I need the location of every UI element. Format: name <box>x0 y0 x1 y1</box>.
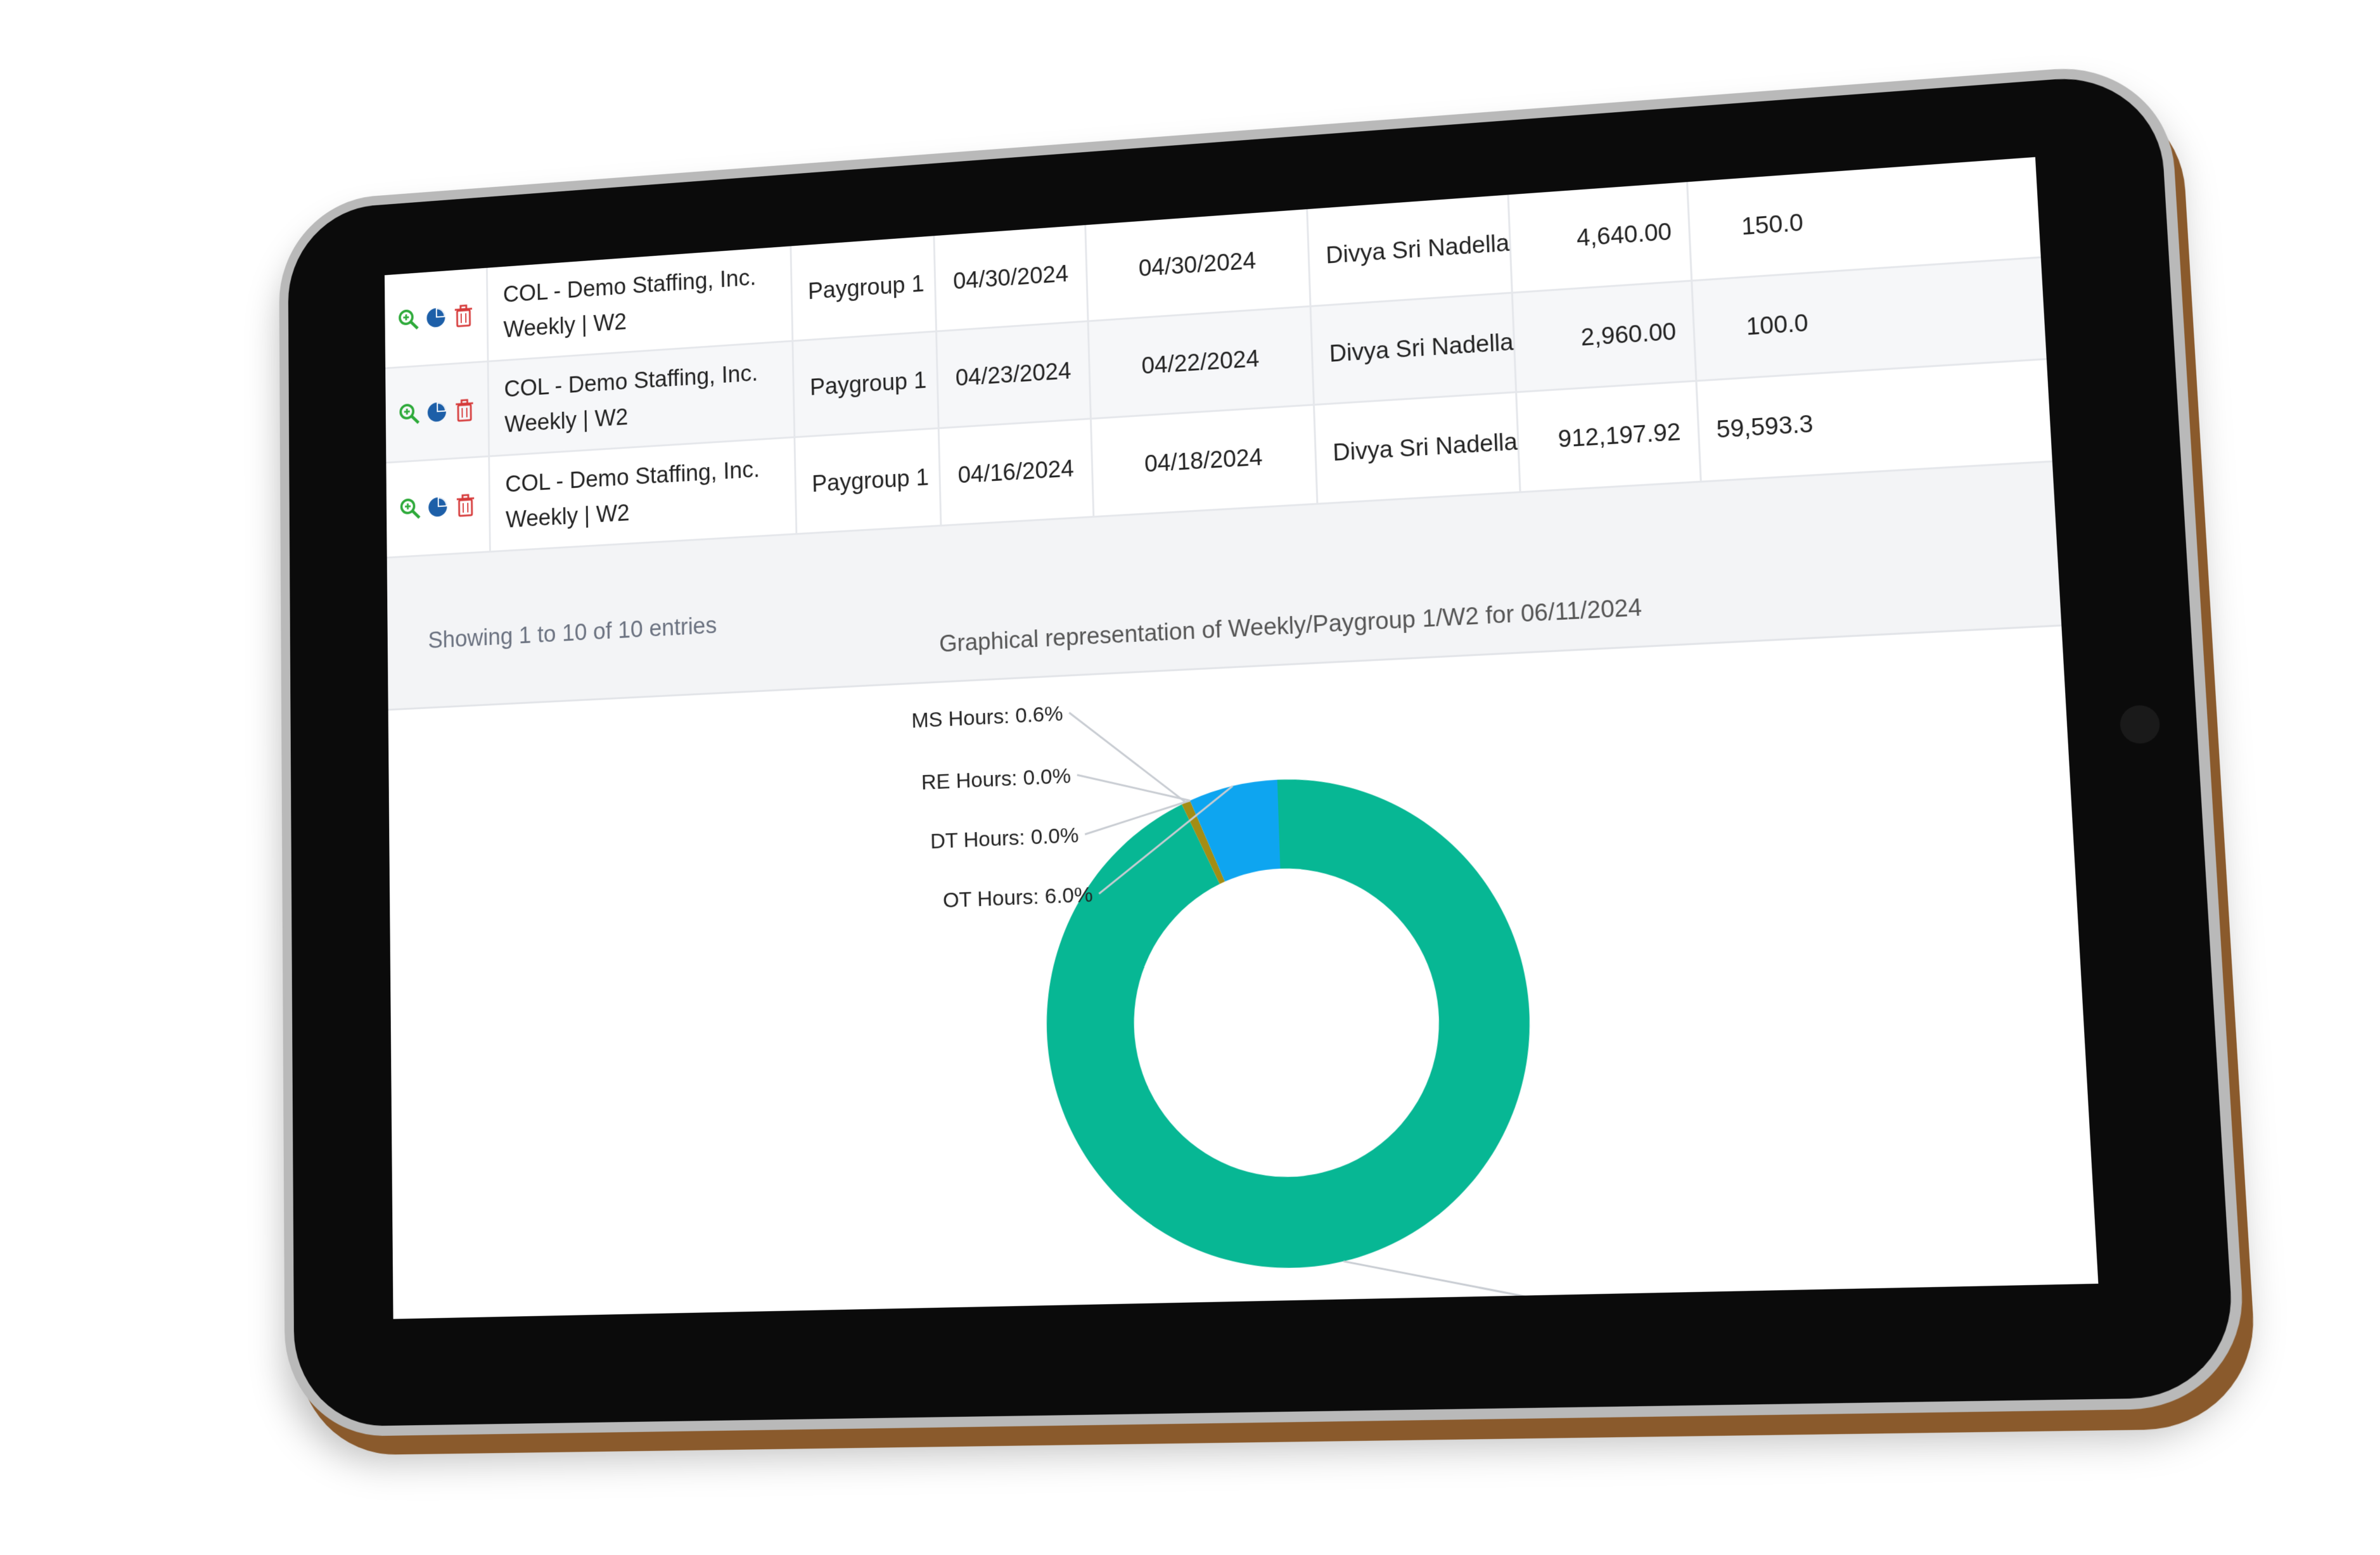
company-cell: COL - Demo Staffing, Inc. Weekly | W2 <box>490 438 798 551</box>
check-date-cell: 04/30/2024 <box>935 225 1089 331</box>
donut-chart-area: MS Hours: 0.6% RE Hours: 0.0% DT Hours: 0.… <box>388 627 2099 1319</box>
tablet-screen: COL - Demo Staffing, Inc. Weekly | W2 Pa… <box>384 157 2099 1319</box>
paygroup-cell: Paygroup 1 <box>791 236 937 340</box>
slice-label: DT Hours: 0.0% <box>930 822 1079 853</box>
hours-cell: 100.0 <box>1745 309 1809 341</box>
period-date-cell: 04/18/2024 <box>1091 406 1319 516</box>
check-date-cell: 04/23/2024 <box>937 322 1092 428</box>
magnify-plus-icon[interactable] <box>397 307 419 332</box>
slice-label: MS Hours: 0.6% <box>911 701 1063 732</box>
camera-icon <box>2119 704 2161 745</box>
paygroup-cell: Paygroup 1 <box>793 332 940 437</box>
donut-chart: MS Hours: 0.6% RE Hours: 0.0% DT Hours: 0.… <box>911 701 1787 1319</box>
amount-cell: 2,960.00 <box>1513 281 1698 392</box>
amount-cell: 912,197.92 <box>1517 381 1702 492</box>
user-name-cell: Divya Sri Nadella <box>1308 195 1513 305</box>
company-frequency: Weekly | W2 <box>505 500 630 534</box>
slice-label: RT Hours: 93.4% <box>1613 1296 1787 1319</box>
company-name: COL - Demo Staffing, Inc. <box>502 265 757 308</box>
row-actions <box>385 362 490 462</box>
user-name-cell: Divya Sri Nadella <box>1311 293 1518 404</box>
trash-icon[interactable] <box>454 493 477 518</box>
company-name: COL - Demo Staffing, Inc. <box>504 361 758 403</box>
company-frequency: Weekly | W2 <box>504 404 629 438</box>
pie-chart-icon[interactable] <box>424 305 447 330</box>
pie-chart-icon[interactable] <box>426 494 449 520</box>
paygroup-cell: Paygroup 1 <box>795 429 942 534</box>
company-name: COL - Demo Staffing, Inc. <box>505 456 760 498</box>
trash-icon[interactable] <box>452 398 476 423</box>
amount-cell: 4,640.00 <box>1509 182 1693 292</box>
row-actions <box>384 267 489 368</box>
slice-label: OT Hours: 6.0% <box>943 882 1094 912</box>
row-actions <box>386 457 491 557</box>
stage: COL - Demo Staffing, Inc. Weekly | W2 Pa… <box>0 0 2380 1555</box>
check-date-cell: 04/16/2024 <box>939 419 1095 525</box>
leader-line <box>1077 770 1190 805</box>
user-name-cell: Divya Sri Nadella <box>1315 393 1521 503</box>
tablet-device: COL - Demo Staffing, Inc. Weekly | W2 Pa… <box>278 60 2249 1438</box>
magnify-plus-icon[interactable] <box>398 496 421 522</box>
trash-icon[interactable] <box>452 303 475 328</box>
company-cell: COL - Demo Staffing, Inc. Weekly | W2 <box>487 246 794 361</box>
leader-line <box>1343 1255 1607 1317</box>
period-date-cell: 04/22/2024 <box>1089 307 1315 418</box>
pie-chart-icon[interactable] <box>425 399 449 425</box>
magnify-plus-icon[interactable] <box>397 401 421 426</box>
hours-cell: 150.0 <box>1741 209 1804 240</box>
hours-cell: 59,593.3 <box>1715 411 1814 444</box>
company-cell: COL - Demo Staffing, Inc. Weekly | W2 <box>489 342 796 456</box>
slice-label: RE Hours: 0.0% <box>921 763 1072 794</box>
leader-line <box>1069 707 1186 807</box>
period-date-cell: 04/30/2024 <box>1086 209 1312 321</box>
donut-slice[interactable] <box>1040 769 1540 1274</box>
